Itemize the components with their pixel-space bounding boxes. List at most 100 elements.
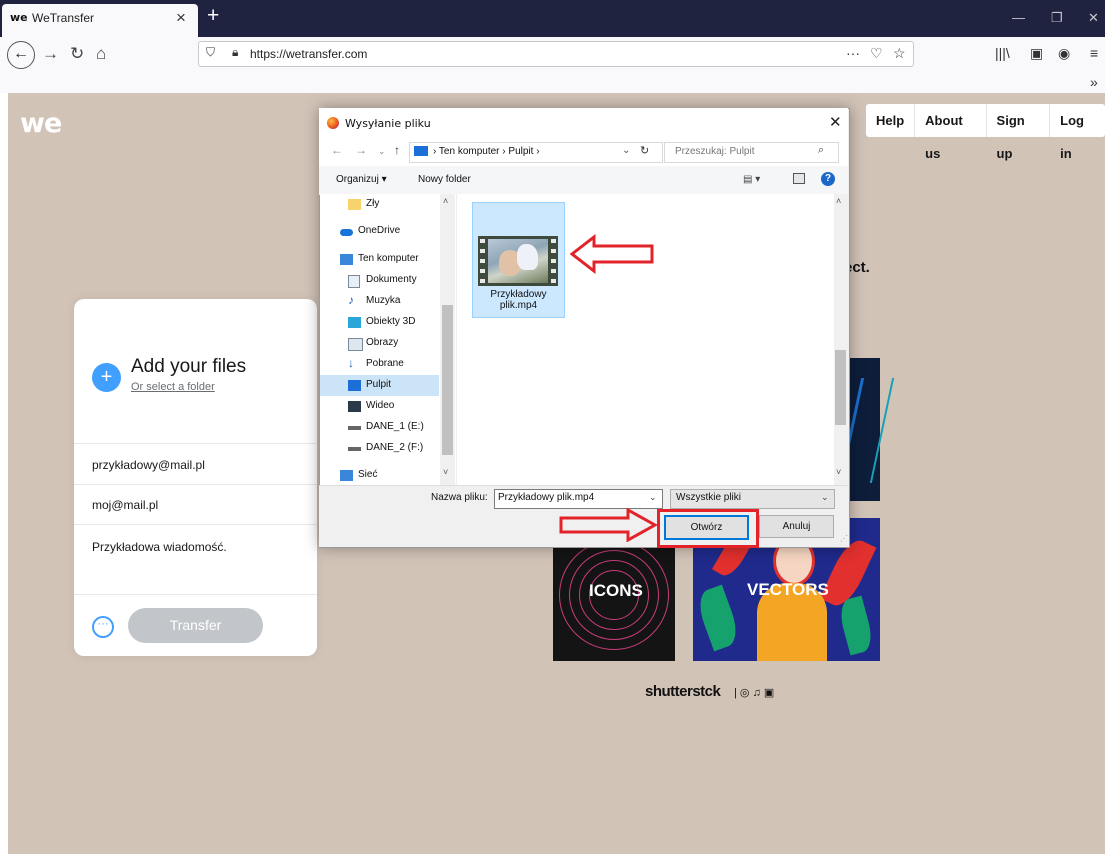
filename-dropdown-icon[interactable]: ⌄ bbox=[649, 492, 657, 503]
account-icon[interactable]: ◉ bbox=[1058, 45, 1070, 62]
organize-menu[interactable]: Organizuj ▾ bbox=[336, 174, 387, 185]
bookmark-star-icon[interactable]: ☆ bbox=[893, 45, 906, 62]
recent-locations-icon[interactable]: ⌄ bbox=[378, 146, 386, 157]
scroll-down-icon[interactable]: ˅ bbox=[836, 467, 841, 477]
refresh-icon[interactable]: ↻ bbox=[640, 144, 649, 157]
cube-icon bbox=[348, 317, 361, 328]
filename-value[interactable]: Przykładowy plik.mp4 bbox=[498, 492, 594, 503]
nav-item-obiekty-3d[interactable]: Obiekty 3D bbox=[320, 312, 439, 333]
bookmarks-strip bbox=[0, 73, 1105, 93]
nav-item-dane-2[interactable]: DANE_2 (F:) bbox=[320, 438, 439, 459]
nav-help[interactable]: Help bbox=[866, 104, 914, 137]
dialog-forward-icon[interactable]: → bbox=[355, 143, 367, 157]
nav-item-label: Wideo bbox=[366, 400, 395, 411]
transfer-button[interactable]: Transfer bbox=[128, 608, 263, 643]
divider bbox=[74, 594, 317, 595]
nav-item-siec[interactable]: Sieć bbox=[320, 465, 439, 485]
page-actions-icon[interactable]: ··· bbox=[846, 45, 860, 61]
lock-icon[interactable]: 🔒︎ bbox=[232, 45, 238, 60]
nav-log-in[interactable]: Log in bbox=[1049, 104, 1105, 161]
select-folder-link[interactable]: Or select a folder bbox=[131, 381, 215, 393]
pocket-icon[interactable]: ♡ bbox=[870, 45, 883, 62]
desktop-icon bbox=[348, 380, 361, 391]
nav-item-label: Pulpit bbox=[366, 379, 392, 390]
firefox-icon bbox=[327, 117, 339, 129]
resize-grip-icon[interactable]: ⋰ bbox=[840, 534, 848, 543]
dialog-close-icon[interactable]: ✕ bbox=[829, 113, 842, 131]
desktop-icon bbox=[414, 146, 428, 156]
path-breadcrumb[interactable]: › Ten komputer › Pulpit › bbox=[433, 146, 540, 157]
message-field[interactable]: Przykładowa wiadomość. bbox=[92, 540, 227, 554]
wetransfer-logo[interactable]: we bbox=[20, 108, 62, 139]
nav-item-label: Obiekty 3D bbox=[366, 316, 416, 327]
file-scroll-thumb[interactable] bbox=[835, 350, 846, 425]
nav-item-label: Pobrane bbox=[366, 358, 404, 369]
view-options-icon[interactable]: ▤ ▾ bbox=[743, 174, 760, 185]
download-icon: ↓ bbox=[348, 356, 354, 370]
nav-item-label: Zły bbox=[366, 198, 380, 209]
new-folder-button[interactable]: Nowy folder bbox=[418, 174, 471, 185]
url-text[interactable]: https://wetransfer.com bbox=[250, 47, 367, 61]
back-icon[interactable]: ← bbox=[7, 41, 35, 69]
reload-icon[interactable]: ↻ bbox=[70, 44, 84, 64]
file-name-label: Przykładowy plik.mp4 bbox=[472, 289, 565, 311]
scroll-up-icon[interactable]: ˄ bbox=[443, 196, 448, 206]
dialog-back-icon[interactable]: ← bbox=[331, 143, 343, 157]
preview-pane-icon[interactable] bbox=[793, 173, 805, 184]
tab-favicon: we bbox=[10, 11, 28, 24]
thumbnail-object bbox=[517, 244, 538, 270]
library-icon[interactable]: |||\ bbox=[995, 45, 1010, 61]
email-from-field[interactable]: moj@mail.pl bbox=[92, 498, 158, 512]
shutterstock-logo[interactable]: shutterstck bbox=[645, 683, 721, 700]
nav-item-obrazy[interactable]: Obrazy bbox=[320, 333, 439, 354]
nav-item-dane-1[interactable]: DANE_1 (E:) bbox=[320, 417, 439, 438]
file-type-dropdown-icon[interactable]: ⌄ bbox=[821, 492, 829, 503]
drive-icon bbox=[348, 426, 361, 430]
email-to-field[interactable]: przykładowy@mail.pl bbox=[92, 458, 205, 472]
nav-item-onedrive[interactable]: OneDrive bbox=[320, 221, 439, 242]
minimize-icon[interactable]: — bbox=[1012, 10, 1025, 25]
nav-sign-up[interactable]: Sign up bbox=[985, 104, 1050, 161]
restore-icon[interactable]: ❐ bbox=[1051, 10, 1063, 26]
up-folder-icon[interactable]: ↑ bbox=[394, 143, 400, 157]
search-placeholder: Przeszukaj: Pulpit bbox=[675, 146, 755, 157]
nav-item-pulpit[interactable]: Pulpit bbox=[320, 375, 439, 396]
forward-icon[interactable]: → bbox=[42, 44, 59, 64]
overflow-chevron-icon[interactable]: » bbox=[1090, 74, 1098, 90]
path-dropdown-icon[interactable]: ⌄ bbox=[622, 145, 630, 156]
nav-about-us[interactable]: About us bbox=[914, 104, 985, 161]
nav-item-pobrane[interactable]: ↓ Pobrane bbox=[320, 354, 439, 375]
nav-item-label: Ten komputer bbox=[358, 253, 419, 264]
dialog-title: Wysyłanie pliku bbox=[345, 117, 431, 130]
divider bbox=[74, 484, 317, 485]
file-type-value[interactable]: Wszystkie pliki bbox=[676, 492, 741, 503]
window-close-icon[interactable]: ✕ bbox=[1088, 10, 1099, 26]
shield-icon[interactable]: ⛉ bbox=[206, 45, 215, 60]
cancel-button[interactable]: Anuluj bbox=[759, 515, 834, 538]
filename-label: Nazwa pliku: bbox=[431, 492, 488, 503]
search-icon[interactable]: ⌕ bbox=[818, 144, 824, 157]
sidebar-icon[interactable]: ▣ bbox=[1030, 45, 1043, 62]
scroll-down-icon[interactable]: ˅ bbox=[443, 467, 448, 477]
add-files-title[interactable]: Add your files bbox=[131, 356, 246, 378]
nav-item-muzyka[interactable]: ♪ Muzyka bbox=[320, 291, 439, 312]
file-scrollbar[interactable] bbox=[834, 194, 847, 485]
annotation-arrow-left-icon bbox=[570, 234, 654, 274]
cloud-icon bbox=[340, 229, 353, 236]
scroll-up-icon[interactable]: ˄ bbox=[836, 196, 841, 206]
new-tab-icon[interactable]: + bbox=[207, 4, 219, 28]
add-files-plus-icon[interactable]: + bbox=[92, 363, 121, 392]
nav-item-wideo[interactable]: Wideo bbox=[320, 396, 439, 417]
computer-icon bbox=[340, 254, 353, 265]
navigation-scroll-thumb[interactable] bbox=[442, 305, 453, 455]
nav-item-zly[interactable]: Zły bbox=[320, 194, 439, 215]
help-icon[interactable]: ? bbox=[821, 172, 835, 186]
home-icon[interactable]: ⌂ bbox=[96, 44, 106, 64]
upload-panel bbox=[74, 299, 317, 656]
close-tab-icon[interactable]: × bbox=[176, 8, 186, 28]
nav-item-ten-komputer[interactable]: Ten komputer bbox=[320, 249, 439, 270]
network-icon bbox=[340, 470, 353, 481]
menu-icon[interactable]: ≡ bbox=[1090, 45, 1098, 61]
nav-item-dokumenty[interactable]: Dokumenty bbox=[320, 270, 439, 291]
more-options-icon[interactable]: ··· bbox=[92, 616, 114, 638]
